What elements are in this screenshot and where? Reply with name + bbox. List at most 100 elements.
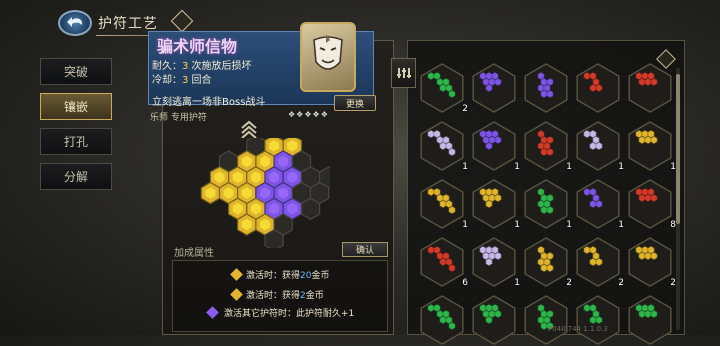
gold-gem-icon: [230, 288, 243, 301]
charm-frame-icon: [576, 295, 620, 345]
menu-breakthrough[interactable]: 突破: [40, 58, 112, 85]
charm-slot[interactable]: 1: [574, 120, 624, 172]
attribute-row: 激活其它护符时：此护符耐久+1: [224, 309, 355, 319]
charm-slot[interactable]: 1: [522, 178, 572, 230]
charm-slot[interactable]: 1: [522, 120, 572, 172]
slot-count: 2: [462, 104, 468, 114]
hex-slot[interactable]: [200, 181, 221, 205]
version-label: P04I0744 1.1.0.3: [548, 325, 608, 333]
charm-frame-icon: [628, 63, 672, 113]
charm-frame-icon: [628, 121, 672, 171]
charm-name: 骗术师信物: [157, 37, 238, 56]
help-icon[interactable]: [170, 9, 194, 33]
slot-count: 2: [618, 278, 624, 288]
confirm-button[interactable]: 确认: [342, 242, 388, 257]
hex-board[interactable]: [200, 138, 330, 248]
charm-slot[interactable]: 1: [470, 236, 520, 288]
slot-count: 1: [566, 162, 572, 172]
charm-frame-icon: [472, 295, 516, 345]
purple-gem-icon: [206, 306, 219, 319]
charm-frame-icon: [628, 237, 672, 287]
slot-count: 1: [618, 162, 624, 172]
charm-frame-icon: [628, 179, 672, 229]
charm-slot[interactable]: 1: [418, 178, 468, 230]
charm-cooldown: 冷却：3 回合: [152, 75, 212, 86]
charm-frame-icon: [524, 179, 568, 229]
filter-icon: [396, 68, 411, 78]
charm-frame-icon: [472, 237, 516, 287]
charm-stars: ❖❖❖❖❖: [288, 110, 329, 119]
slot-count: 1: [462, 162, 468, 172]
charm-frame-icon: [420, 295, 464, 345]
charm-slot[interactable]: 1: [418, 120, 468, 172]
charm-slot[interactable]: [418, 294, 466, 346]
charm-frame-icon: [524, 295, 568, 345]
charm-slot[interactable]: 2: [574, 236, 624, 288]
charm-frame-icon: [576, 179, 620, 229]
charm-slot[interactable]: 6: [418, 236, 468, 288]
charm-slot[interactable]: [522, 62, 570, 114]
slot-count: 1: [514, 220, 520, 230]
charm-slot[interactable]: [574, 62, 622, 114]
charm-frame-icon: [420, 179, 464, 229]
menu-inlay[interactable]: 镶嵌: [40, 93, 112, 120]
charm-slot[interactable]: 2: [522, 236, 572, 288]
attribute-row: 激活时：获得2金币: [246, 291, 324, 301]
charm-slot[interactable]: [522, 294, 570, 346]
charm-frame-icon: [472, 179, 516, 229]
attributes-title: 加成属性: [174, 248, 214, 259]
charm-slot[interactable]: 8: [626, 178, 676, 230]
slot-count: 2: [566, 278, 572, 288]
slot-count: 1: [462, 220, 468, 230]
charm-frame-icon: [420, 63, 464, 113]
charm-durability: 耐久：3 次施放后损坏: [152, 61, 252, 72]
charm-slot[interactable]: 2: [626, 236, 676, 288]
slot-count: 2: [670, 278, 676, 288]
charm-slot[interactable]: 2: [418, 62, 468, 114]
charm-frame-icon: [576, 63, 620, 113]
swap-button[interactable]: 更换: [334, 95, 376, 111]
charm-frame-icon: [420, 121, 464, 171]
slot-count: 8: [670, 220, 676, 230]
charm-slot[interactable]: [470, 62, 518, 114]
slot-count: 1: [670, 162, 676, 172]
filter-button[interactable]: [391, 58, 416, 88]
charm-frame-icon: [524, 237, 568, 287]
charm-frame-icon: [420, 237, 464, 287]
charm-frame-icon: [472, 63, 516, 113]
hex-slot[interactable]: [300, 197, 321, 220]
hex-slot[interactable]: [237, 213, 257, 236]
charm-frame-icon: [576, 237, 620, 287]
charm-frame-icon: [472, 121, 516, 171]
charm-effect: 立刻逃离一场非Boss战斗: [152, 97, 266, 108]
charm-slot[interactable]: [626, 62, 674, 114]
slot-count: 1: [514, 162, 520, 172]
attribute-row: 激活时：获得20金币: [246, 271, 330, 281]
exclusive-class: 乐师 专用护符: [150, 113, 207, 123]
charm-frame-icon: [628, 295, 672, 345]
rank-chevron-icon: [241, 120, 257, 138]
back-button[interactable]: [58, 10, 92, 36]
charm-slot[interactable]: 1: [574, 178, 624, 230]
page-title: 护符工艺: [98, 16, 158, 32]
theater-mask-icon: [313, 34, 343, 70]
back-arrow-icon: [67, 17, 82, 27]
scrollbar-thumb[interactable]: [676, 74, 680, 224]
charm-slot[interactable]: [574, 294, 622, 346]
charm-frame-icon: [524, 63, 568, 113]
charm-slot[interactable]: 1: [470, 178, 520, 230]
gold-gem-icon: [230, 268, 243, 281]
charm-portrait[interactable]: [300, 22, 356, 92]
charm-frame-icon: [576, 121, 620, 171]
charm-slot[interactable]: [470, 294, 518, 346]
menu-decompose[interactable]: 分解: [40, 163, 112, 190]
menu-drill[interactable]: 打孔: [40, 128, 112, 155]
charm-slot[interactable]: 1: [470, 120, 520, 172]
charm-slot[interactable]: 1: [626, 120, 676, 172]
slot-count: 1: [566, 220, 572, 230]
charm-frame-icon: [524, 121, 568, 171]
slot-count: 6: [462, 278, 468, 288]
charm-slot[interactable]: [626, 294, 674, 346]
slot-count: 1: [514, 278, 520, 288]
slot-count: 1: [618, 220, 624, 230]
